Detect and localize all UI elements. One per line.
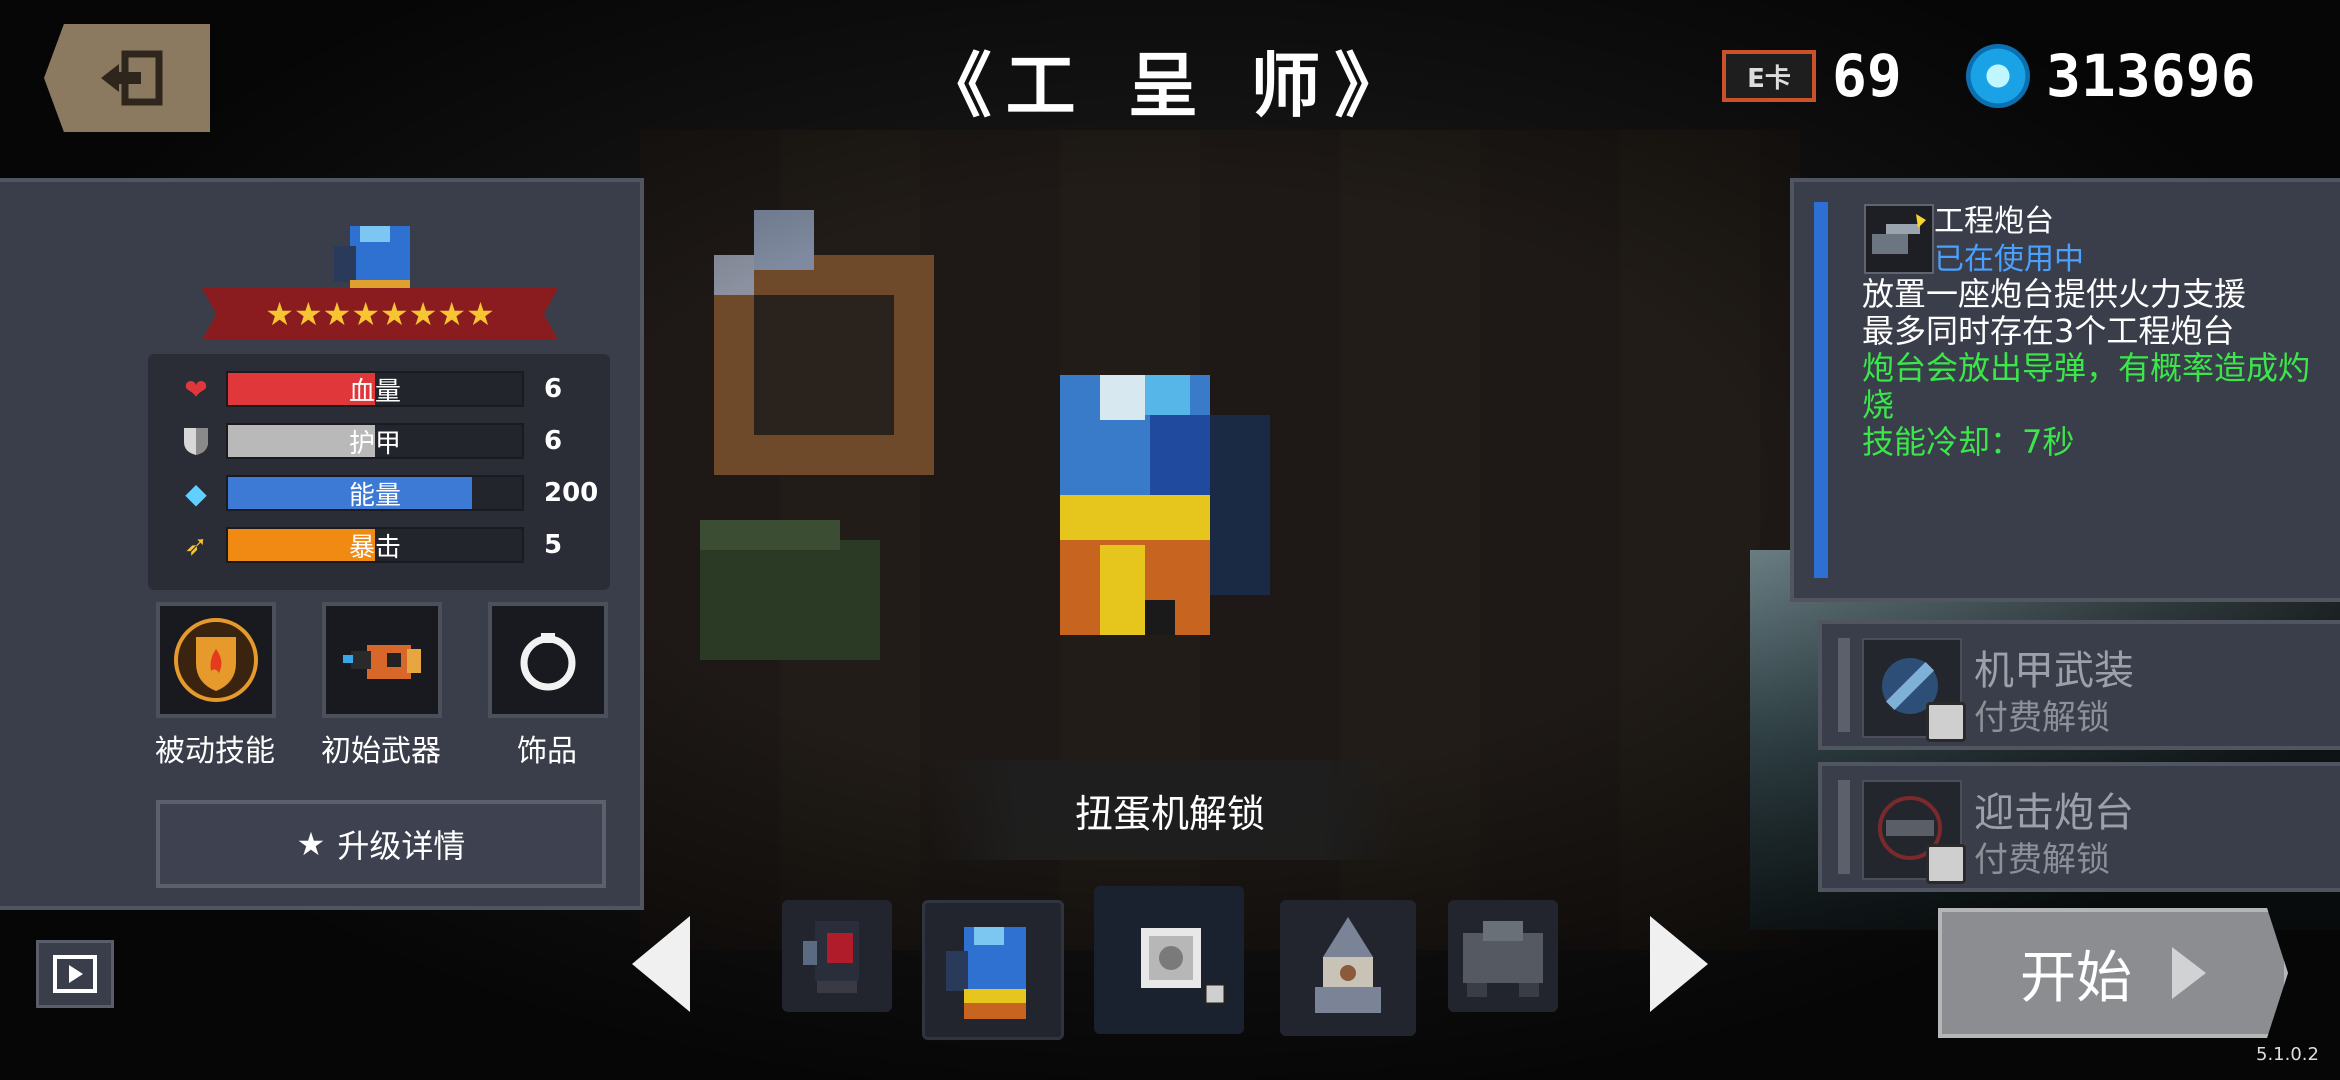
star-icon: ★: [296, 825, 326, 863]
locked-skill-name: 机甲武装: [1974, 648, 2134, 694]
character-slot-1[interactable]: [782, 900, 892, 1012]
locked-skill-intercept-turret[interactable]: 迎击炮台 付费解锁: [1818, 762, 2340, 892]
character-slot-2[interactable]: [922, 900, 1064, 1040]
crit-icon: ➶: [184, 528, 208, 562]
start-button[interactable]: 开始: [1938, 908, 2288, 1038]
hero-portrait: [334, 226, 410, 290]
upgrade-details-label: 升级详情: [337, 827, 466, 865]
card-currency: E卡 69: [1722, 42, 1902, 110]
hero-info-panel: ★★★★★★★★ ❤ 血量 6 护甲 6 ◆ 能量 200 ➶ 暴击 5 被动技…: [0, 178, 644, 910]
char-locked-box-icon: [1141, 928, 1227, 1006]
stat-label: 能量: [348, 480, 401, 511]
starter-weapon-label: 初始武器: [321, 734, 441, 769]
stats-box: ❤ 血量 6 护甲 6 ◆ 能量 200 ➶ 暴击 5: [148, 354, 610, 590]
lock-icon: [1926, 702, 1966, 742]
skill-selected-bar: [1814, 202, 1828, 578]
video-button[interactable]: [36, 940, 114, 1008]
active-skill-status: 已在使用中: [1934, 242, 2084, 277]
shield-icon: [178, 423, 214, 459]
stat-label: 血量: [348, 376, 401, 407]
starter-weapon-icon: [343, 645, 421, 679]
accessory-ring-icon: [520, 633, 576, 691]
char-wizard-icon: [1315, 917, 1381, 1013]
passive-skill-shield-icon: [174, 618, 258, 702]
skill-desc-line: 技能冷却：7秒: [1862, 423, 2075, 461]
card-count: 69: [1832, 42, 1902, 110]
skill-bar: [1838, 638, 1850, 732]
hp-bar: 血量: [226, 371, 524, 407]
exit-button[interactable]: [44, 24, 210, 132]
stat-label: 护甲: [348, 428, 401, 459]
skill-desc-line: 炮台会放出导弹，有概率造成灼烧: [1862, 349, 2311, 424]
char-mech-icon: [1463, 921, 1543, 997]
gem-currency: 313696: [1966, 42, 2256, 110]
character-slot-5[interactable]: [1448, 900, 1558, 1012]
skill-desc-line: 放置一座炮台提供火力支援: [1862, 275, 2247, 313]
play-triangle-icon: [2172, 947, 2206, 999]
character-title: 《工 呈 师》: [921, 45, 1419, 127]
unlock-text: 扭蛋机解锁: [1074, 791, 1265, 836]
stat-row-energy: ◆ 能量 200: [178, 474, 599, 512]
unlock-banner: 扭蛋机解锁: [930, 760, 1410, 860]
character-slot-4[interactable]: [1280, 900, 1416, 1036]
start-label: 开始: [2020, 945, 2132, 1011]
character-slot-3-selected[interactable]: [1094, 886, 1244, 1034]
intercept-turret-skill-icon: [1862, 780, 1966, 884]
heart-icon: ❤: [184, 372, 208, 406]
skill-desc-line: 最多同时存在3个工程炮台: [1862, 312, 2235, 350]
stat-label: 暴击: [348, 532, 401, 563]
accessory-label: 饰品: [517, 734, 577, 769]
upgrade-details-button[interactable]: ★ 升级详情: [156, 800, 606, 888]
stat-value: 200: [544, 478, 599, 508]
char-robot-red-icon: [803, 921, 859, 993]
stat-row-hp: ❤ 血量 6: [178, 370, 594, 408]
crit-bar: 暴击: [226, 527, 524, 563]
stat-row-armor: 护甲 6: [178, 422, 594, 460]
passive-skill-slot[interactable]: [156, 602, 276, 718]
video-play-icon: [53, 955, 97, 993]
starter-weapon-slot[interactable]: [322, 602, 442, 718]
armor-bar: 护甲: [226, 423, 524, 459]
locked-skill-name: 迎击炮台: [1974, 790, 2134, 836]
next-character-arrow-icon[interactable]: [1650, 916, 1708, 1012]
energy-bar: 能量: [226, 475, 524, 511]
locked-skill-mech-armor[interactable]: 机甲武装 付费解锁: [1818, 620, 2340, 750]
version-label: 5.1.0.2: [2256, 1044, 2319, 1065]
skill-bar: [1838, 780, 1850, 874]
gem-icon: [1966, 44, 2030, 108]
stat-value: 5: [544, 530, 563, 560]
mech-armor-skill-icon: [1862, 638, 1966, 742]
star-rating: ★★★★★★★★: [202, 288, 558, 340]
lock-icon: [1926, 844, 1966, 884]
stat-value: 6: [544, 374, 563, 404]
card-icon: E卡: [1722, 50, 1816, 102]
turret-skill-icon: [1864, 204, 1934, 274]
locked-skill-status: 付费解锁: [1974, 698, 2110, 738]
energy-diamond-icon: ◆: [185, 476, 207, 510]
exit-door-icon: [101, 50, 163, 106]
stat-value: 6: [544, 426, 563, 456]
accessory-slot[interactable]: [488, 602, 608, 718]
stat-row-crit: ➶ 暴击 5: [178, 526, 594, 564]
gem-count: 313696: [2046, 42, 2256, 110]
locked-skill-status: 付费解锁: [1974, 840, 2110, 880]
char-engineer-icon: [946, 927, 1026, 1019]
active-skill-description: 放置一座炮台提供火力支援 最多同时存在3个工程炮台 炮台会放出导弹，有概率造成灼…: [1862, 276, 2332, 461]
prev-character-arrow-icon[interactable]: [632, 916, 690, 1012]
passive-skill-label: 被动技能: [155, 734, 275, 769]
active-skill-panel[interactable]: 工程炮台 已在使用中 放置一座炮台提供火力支援 最多同时存在3个工程炮台 炮台会…: [1790, 178, 2340, 602]
